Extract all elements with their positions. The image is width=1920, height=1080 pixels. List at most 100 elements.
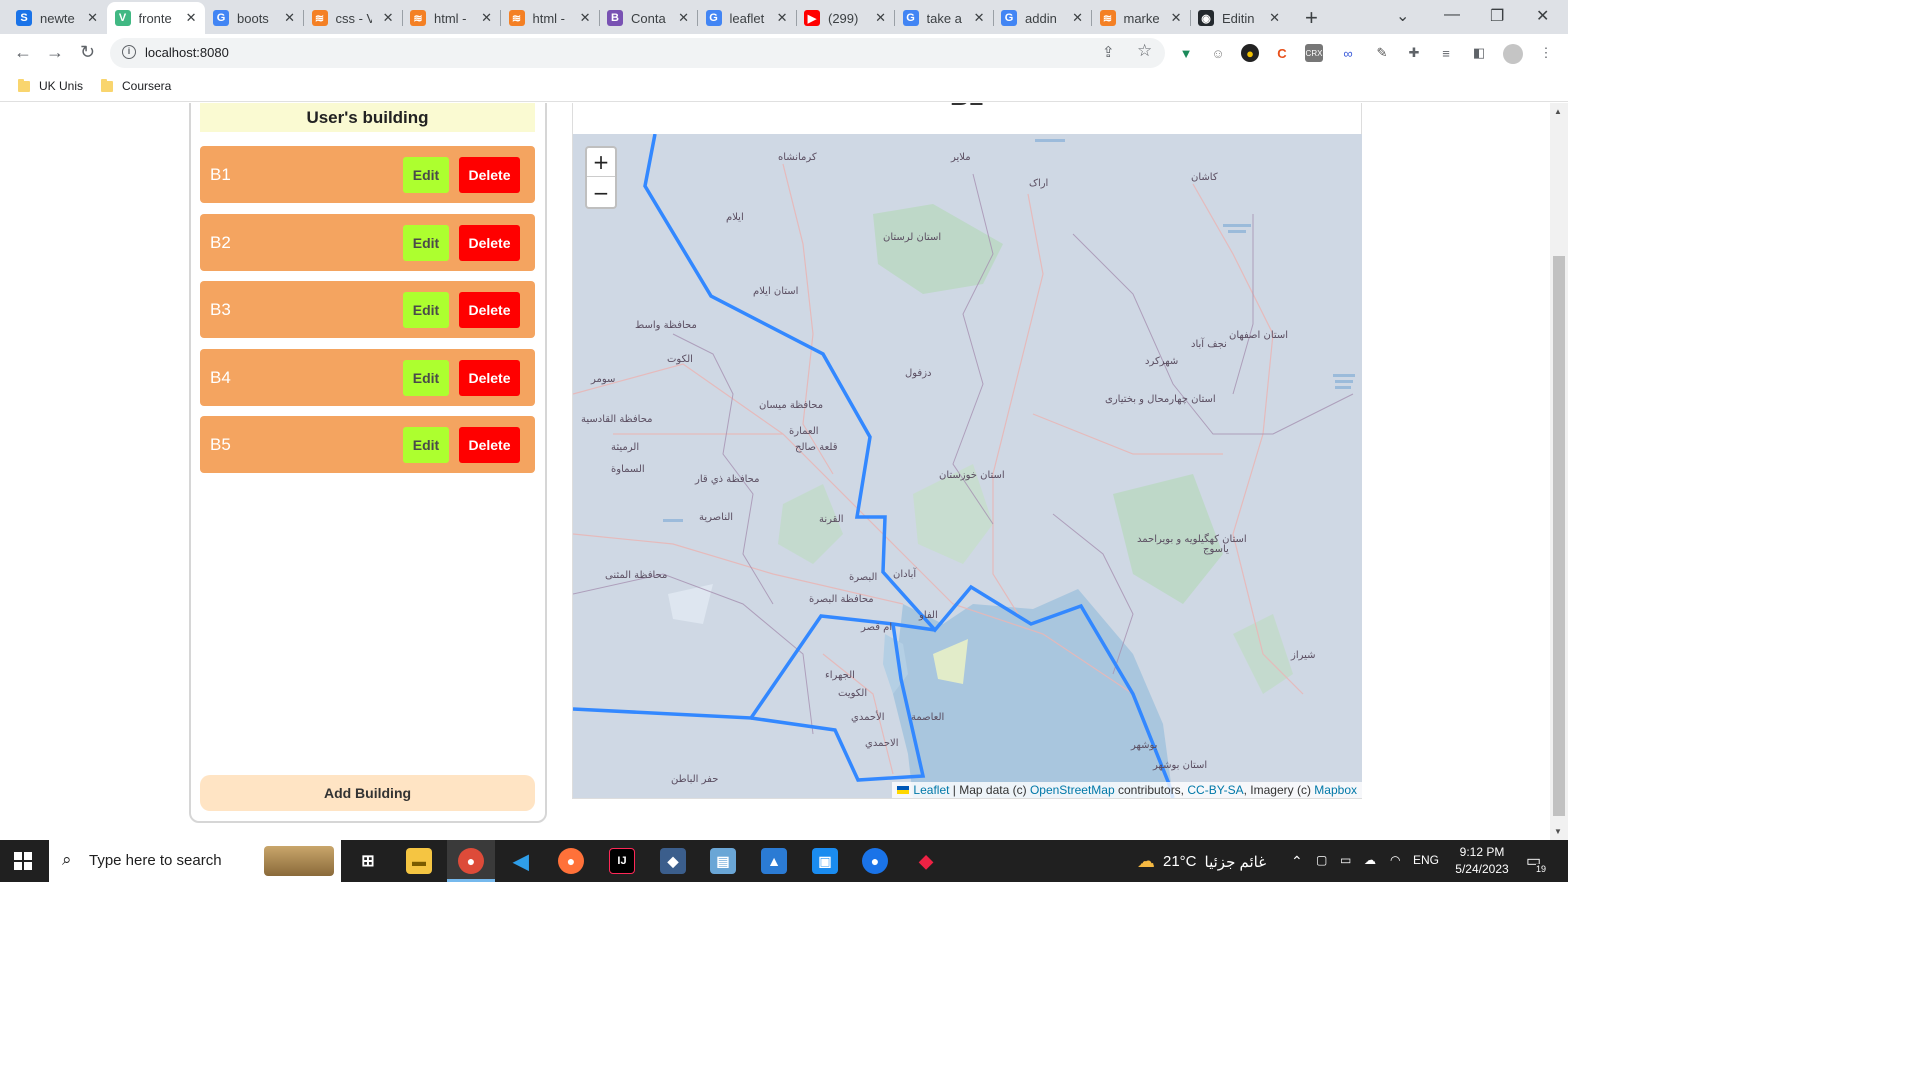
firefox-icon[interactable]: ●: [558, 848, 584, 874]
intellij-icon[interactable]: IJ: [609, 848, 635, 874]
vscode-icon[interactable]: ◀: [508, 848, 534, 874]
browser-tab[interactable]: ◉ Editin ✕: [1190, 2, 1288, 34]
scroll-down-arrow-icon[interactable]: ▼: [1554, 827, 1562, 836]
git-kraken-icon[interactable]: ◆: [913, 848, 939, 874]
leaflet-map[interactable]: كرمانشاه ملاير اراک كاشان ايلام استان لرستان ا…: [573, 134, 1362, 798]
extension-color-icon[interactable]: ●: [1241, 44, 1259, 62]
back-icon[interactable]: ←: [14, 42, 32, 63]
photos-icon[interactable]: ▲: [761, 848, 787, 874]
edit-building-button[interactable]: Edit: [403, 157, 449, 193]
site-info-icon[interactable]: i: [122, 45, 136, 59]
forward-icon[interactable]: →: [46, 42, 64, 63]
leaflet-link[interactable]: Leaflet: [913, 783, 949, 797]
wifi-icon[interactable]: ◠: [1390, 853, 1400, 867]
browser-tab[interactable]: ≋ html - ✕: [402, 2, 500, 34]
file-explorer-icon[interactable]: ▬: [406, 848, 432, 874]
mysql-workbench-icon[interactable]: ◆: [660, 848, 686, 874]
meet-now-icon[interactable]: ▢: [1316, 853, 1327, 867]
remote-desktop-icon[interactable]: ▣: [812, 848, 838, 874]
tab-close-icon[interactable]: ✕: [875, 10, 886, 26]
restore-icon[interactable]: ❐: [1490, 6, 1504, 26]
browser-tab[interactable]: ▶ (299) ✕: [796, 2, 894, 34]
chrome-icon[interactable]: ●: [458, 848, 484, 874]
tab-search-icon[interactable]: ⌄: [1396, 6, 1409, 26]
building-card[interactable]: B5 Edit Delete: [200, 416, 535, 473]
browser-tab[interactable]: Vfronte ✕: [106, 2, 205, 34]
edit-building-button[interactable]: Edit: [403, 292, 449, 328]
delete-building-button[interactable]: Delete: [459, 157, 520, 193]
bookmark-star-icon[interactable]: ☆: [1137, 41, 1152, 61]
clock[interactable]: 9:12 PM 5/24/2023: [1448, 844, 1516, 878]
browser-tab[interactable]: Gleaflet ✕: [698, 2, 796, 34]
bookmark-uk-unis[interactable]: UK Unis: [18, 78, 83, 93]
extension-face-icon[interactable]: ☺: [1209, 44, 1227, 62]
building-card[interactable]: B3 Edit Delete: [200, 281, 535, 338]
tab-close-icon[interactable]: ✕: [580, 10, 591, 26]
media-control-icon[interactable]: ≡: [1437, 44, 1455, 62]
zoom-out-button[interactable]: −: [587, 178, 615, 207]
notepad-icon[interactable]: ▤: [710, 848, 736, 874]
address-bar[interactable]: i localhost:8080 ⇪ ☆: [110, 38, 1165, 68]
windows-start-icon[interactable]: [14, 852, 33, 871]
scroll-up-arrow-icon[interactable]: ▲: [1554, 107, 1562, 116]
battery-icon[interactable]: ▭: [1340, 853, 1351, 867]
menu-kebab-icon[interactable]: ⋮: [1537, 44, 1555, 62]
scrollbar-thumb[interactable]: [1553, 256, 1565, 816]
browser-tab[interactable]: Gaddin ✕: [993, 2, 1091, 34]
taskbar-search-box[interactable]: ⌕ Type here to search: [49, 840, 341, 882]
delete-building-button[interactable]: Delete: [459, 359, 520, 396]
reload-icon[interactable]: ↻: [80, 42, 95, 63]
browser-tab[interactable]: ≋ marke ✕: [1092, 2, 1190, 34]
tab-close-icon[interactable]: ✕: [1072, 10, 1083, 26]
weather-widget[interactable]: ☁ 21°C غائم جزئيا: [1137, 851, 1266, 872]
task-view-icon[interactable]: ⊞: [355, 848, 381, 874]
minimize-icon[interactable]: —: [1444, 6, 1460, 24]
building-card[interactable]: B4 Edit Delete: [200, 348, 535, 406]
tab-close-icon[interactable]: ✕: [186, 10, 197, 26]
onedrive-icon[interactable]: ☁: [1364, 853, 1376, 867]
delete-building-button[interactable]: Delete: [459, 292, 520, 328]
tab-close-icon[interactable]: ✕: [1171, 10, 1182, 26]
new-tab-button[interactable]: +: [1305, 5, 1318, 31]
browser-tab[interactable]: ≋ css - V ✕: [304, 2, 402, 34]
edit-building-button[interactable]: Edit: [403, 427, 449, 463]
tab-close-icon[interactable]: ✕: [777, 10, 788, 26]
bookmark-coursera[interactable]: Coursera: [101, 78, 171, 93]
license-link[interactable]: CC-BY-SA: [1187, 783, 1243, 797]
extensions-puzzle-icon[interactable]: ✚: [1405, 44, 1423, 62]
tab-close-icon[interactable]: ✕: [678, 10, 689, 26]
browser-tab[interactable]: Gtake a ✕: [895, 2, 993, 34]
browser-tab[interactable]: Snewte ✕: [8, 2, 106, 34]
browser-tab[interactable]: B Conta ✕: [599, 2, 697, 34]
close-window-icon[interactable]: ✕: [1536, 6, 1549, 26]
browser-tab[interactable]: ≋ html - ✕: [501, 2, 599, 34]
tab-close-icon[interactable]: ✕: [974, 10, 985, 26]
add-building-button[interactable]: Add Building: [200, 775, 535, 811]
tray-chevron-icon[interactable]: ⌃: [1291, 853, 1303, 870]
edit-building-button[interactable]: Edit: [403, 359, 449, 396]
delete-building-button[interactable]: Delete: [459, 224, 520, 261]
side-panel-icon[interactable]: ◧: [1470, 44, 1488, 62]
browser-tab[interactable]: Gboots ✕: [205, 2, 303, 34]
share-icon[interactable]: ⇪: [1102, 43, 1115, 61]
tab-close-icon[interactable]: ✕: [383, 10, 394, 26]
tab-close-icon[interactable]: ✕: [481, 10, 492, 26]
mapbox-link[interactable]: Mapbox: [1314, 783, 1357, 797]
tab-close-icon[interactable]: ✕: [87, 10, 98, 26]
tab-close-icon[interactable]: ✕: [284, 10, 295, 26]
building-card[interactable]: B1 Edit Delete: [200, 146, 535, 203]
profile-avatar[interactable]: [1503, 44, 1523, 64]
edit-building-button[interactable]: Edit: [403, 224, 449, 261]
zoom-in-button[interactable]: +: [587, 148, 615, 177]
extension-link-icon[interactable]: ∞: [1339, 44, 1357, 62]
url-text[interactable]: localhost:8080: [145, 45, 229, 60]
vue-devtools-icon[interactable]: ▼: [1177, 44, 1195, 62]
extension-c-icon[interactable]: C: [1273, 44, 1291, 62]
extension-crx-icon[interactable]: CRX: [1305, 44, 1323, 62]
osm-link[interactable]: OpenStreetMap: [1030, 783, 1115, 797]
page-scrollbar[interactable]: ▲ ▼: [1550, 103, 1568, 840]
building-card[interactable]: B2 Edit Delete: [200, 213, 535, 271]
tab-close-icon[interactable]: ✕: [1269, 10, 1280, 26]
maps-icon[interactable]: ●: [862, 848, 888, 874]
delete-building-button[interactable]: Delete: [459, 427, 520, 463]
